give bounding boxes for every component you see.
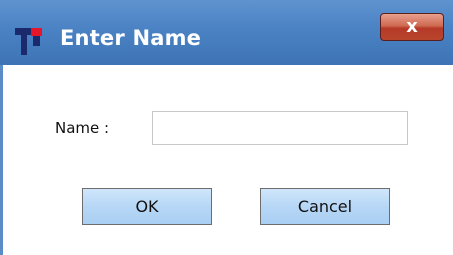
app-logo-icon [15, 28, 45, 56]
close-button[interactable]: x [380, 13, 444, 41]
close-icon: x [406, 16, 418, 37]
window-left-border [0, 65, 3, 255]
cancel-button[interactable]: Cancel [260, 188, 390, 225]
enter-name-dialog: Enter Name x Name : OK Cancel [0, 0, 453, 255]
window-title: Enter Name [60, 26, 202, 50]
title-bar[interactable]: Enter Name x [0, 0, 453, 65]
name-input[interactable] [152, 111, 408, 145]
ok-button[interactable]: OK [82, 188, 212, 225]
name-label: Name : [55, 119, 110, 137]
